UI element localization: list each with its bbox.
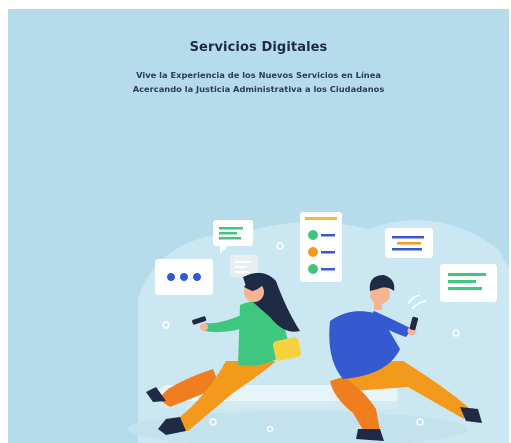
hero-banner: Servicios Digitales Vive la Experiencia … xyxy=(8,9,509,443)
typing-dots-icon xyxy=(155,259,213,295)
two-people-using-phones-illustration xyxy=(128,212,509,443)
chat-bubble-icon xyxy=(440,264,497,302)
message-card-icon xyxy=(385,228,433,258)
contacts-list-icon xyxy=(300,212,342,282)
